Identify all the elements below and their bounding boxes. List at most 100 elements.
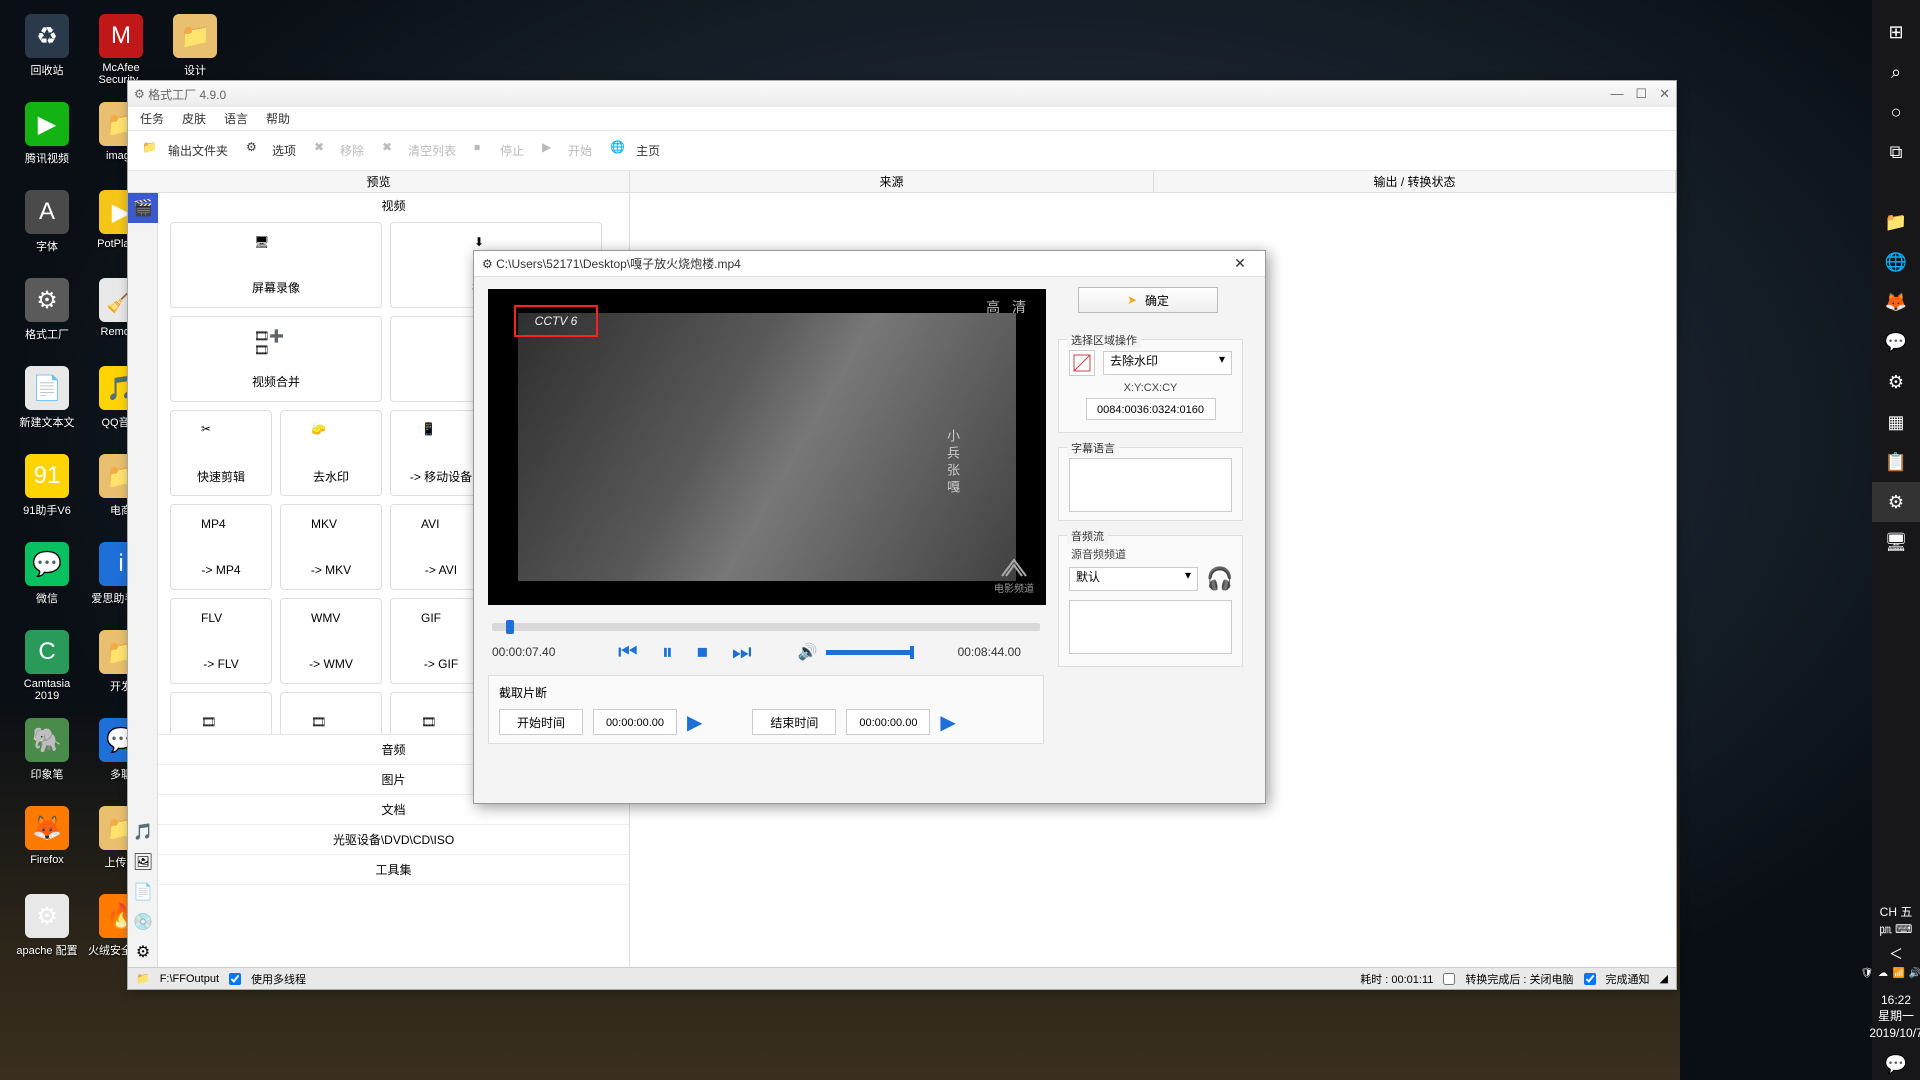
cat-image-icon[interactable]: 🖼 — [128, 847, 158, 877]
volume-slider[interactable] — [826, 650, 912, 655]
desktop-icon[interactable]: A字体 — [10, 184, 84, 272]
category-row[interactable]: 光驱设备\DVD\CD\ISO — [158, 825, 629, 855]
tray-expand-icon[interactable]: ＜ — [1872, 944, 1920, 964]
video-preview[interactable]: 高 清 小兵张嘎 电影频道 CCTV 6 — [488, 289, 1046, 605]
desktop-icon[interactable]: ⚙格式工厂 — [10, 272, 84, 360]
audio-select[interactable]: 默认 ▾ — [1069, 567, 1198, 591]
start-button[interactable]: ⊞ — [1872, 12, 1920, 52]
region-mode-icon[interactable] — [1069, 350, 1095, 376]
chrome-icon[interactable]: 🌐 — [1872, 242, 1920, 282]
audio-group: 音频流 源音频频道 默认 ▾ 🎧 — [1058, 535, 1243, 667]
coord-value[interactable]: 0084:0036:0324:0160 — [1086, 398, 1216, 420]
wechat-taskbar-icon[interactable]: 💬 — [1872, 322, 1920, 362]
format-tile[interactable]: FLV-> FLV — [170, 598, 272, 684]
output-path[interactable]: F:\FFOutput — [160, 973, 219, 985]
desktop-icon[interactable]: 🦊Firefox — [10, 800, 84, 888]
format-tile[interactable]: 🎞 — [280, 692, 382, 734]
volume-icon[interactable]: 🔊 — [798, 642, 818, 662]
toolbar-button[interactable]: ⚙选项 — [240, 136, 302, 166]
clock[interactable]: 16:22 星期一 2019/10/7 — [1867, 986, 1920, 1048]
app-icon-2[interactable]: 📋 — [1872, 442, 1920, 482]
close-button[interactable]: ✕ — [1659, 86, 1670, 102]
format-tile[interactable]: MKV-> MKV — [280, 504, 382, 590]
stop-button[interactable]: ⏹ — [697, 639, 708, 665]
format-tile[interactable]: WMV-> WMV — [280, 598, 382, 684]
cat-audio-icon[interactable]: 🎵 — [128, 817, 158, 847]
menu-item[interactable]: 帮助 — [266, 110, 290, 127]
play-start-button[interactable]: ▶ — [687, 710, 702, 735]
col-source[interactable]: 来源 — [630, 171, 1154, 192]
minimize-button[interactable]: — — [1610, 86, 1623, 102]
format-tile[interactable]: 🎞 — [170, 692, 272, 734]
dialog-titlebar[interactable]: ⚙ C:\Users\52171\Desktop\嘎子放火烧炮楼.mp4 ✕ — [474, 251, 1265, 277]
app-icon-3[interactable]: 🖥 — [1872, 522, 1920, 562]
action-center-icon[interactable]: 💬 — [1872, 1048, 1920, 1080]
desktop-icon[interactable]: 📄新建文本文 — [10, 360, 84, 448]
seek-handle[interactable] — [506, 620, 514, 634]
ok-button[interactable]: ➤ 确定 — [1078, 287, 1218, 313]
menu-item[interactable]: 皮肤 — [182, 110, 206, 127]
multithread-label: 使用多线程 — [251, 971, 306, 987]
firefox-taskbar-icon[interactable]: 🦊 — [1872, 282, 1920, 322]
status-resize-icon[interactable]: ◢ — [1660, 972, 1668, 985]
cortana-icon[interactable]: ○ — [1872, 92, 1920, 132]
desktop-icon[interactable]: 9191助手V6 — [10, 448, 84, 536]
cat-doc-icon[interactable]: 📄 — [128, 877, 158, 907]
tile-screen-record[interactable]: 🖥屏幕录像 — [170, 222, 382, 308]
tray-icon[interactable]: 🔊 — [1908, 968, 1920, 982]
prev-button[interactable]: ⏮ — [618, 639, 638, 665]
cat-tools-icon[interactable]: ⚙ — [128, 937, 158, 967]
desktop-icon[interactable]: ⚙apache 配置 — [10, 888, 84, 976]
format-factory-taskbar-icon[interactable]: ⚙ — [1872, 482, 1920, 522]
subtitle-list[interactable] — [1069, 458, 1232, 512]
dialog-close-button[interactable]: ✕ — [1223, 255, 1257, 272]
search-icon[interactable]: ⌕ — [1872, 52, 1920, 92]
taskview-icon[interactable]: ⧉ — [1872, 132, 1920, 172]
shutdown-checkbox[interactable] — [1443, 973, 1455, 985]
format-tile[interactable]: ✂快速剪辑 — [170, 410, 272, 496]
desktop-icon[interactable]: 🐘印象笔 — [10, 712, 84, 800]
explorer-icon[interactable]: 📁 — [1872, 202, 1920, 242]
desktop-icon[interactable]: ▶腾讯视频 — [10, 96, 84, 184]
menu-item[interactable]: 语言 — [224, 110, 248, 127]
window-titlebar[interactable]: ⚙ 格式工厂 4.9.0 — ☐ ✕ — [128, 81, 1676, 107]
region-mode-select[interactable]: 去除水印 ▾ — [1103, 351, 1232, 375]
play-end-button[interactable]: ▶ — [940, 710, 955, 735]
notify-checkbox[interactable] — [1584, 973, 1596, 985]
folder-icon[interactable]: 📁 — [136, 972, 150, 985]
pause-button[interactable]: ⏸ — [662, 639, 673, 665]
format-tile[interactable]: 🧽去水印 — [280, 410, 382, 496]
col-preview[interactable]: 预览 — [128, 171, 630, 192]
tray-icon[interactable]: 🛡 — [1860, 968, 1874, 982]
app-icon-1[interactable]: ▦ — [1872, 402, 1920, 442]
toolbar-button[interactable]: 📁输出文件夹 — [136, 136, 234, 166]
desktop-icon[interactable]: 💬微信 — [10, 536, 84, 624]
end-time-value[interactable]: 00:00:00.00 — [846, 709, 930, 735]
cat-disc-icon[interactable]: 💿 — [128, 907, 158, 937]
col-output[interactable]: 输出 / 转换状态 — [1154, 171, 1676, 192]
multithread-checkbox[interactable] — [229, 973, 241, 985]
category-row[interactable]: 工具集 — [158, 855, 629, 885]
desktop-icon[interactable]: ♻回收站 — [10, 8, 84, 96]
headphone-icon[interactable]: 🎧 — [1206, 566, 1232, 592]
ime-indicator[interactable]: CH 五 ㏘ ⌨ — [1872, 898, 1920, 944]
watermark-selection[interactable]: CCTV 6 — [514, 305, 598, 337]
toolbar-button[interactable]: 🌐主页 — [604, 136, 666, 166]
tile-video-join[interactable]: 🎞➕🎞视频合并 — [170, 316, 382, 402]
seek-bar[interactable] — [492, 623, 1040, 631]
cat-video-icon[interactable]: 🎬 — [128, 193, 158, 223]
next-button[interactable]: ⏭ — [732, 639, 752, 665]
end-time-button[interactable]: 结束时间 — [752, 709, 836, 735]
settings-icon[interactable]: ⚙ — [1872, 362, 1920, 402]
desktop-icon[interactable]: CCamtasia 2019 — [10, 624, 84, 712]
menu-item[interactable]: 任务 — [140, 110, 164, 127]
start-time-button[interactable]: 开始时间 — [499, 709, 583, 735]
tray-icon[interactable]: 📶 — [1892, 968, 1906, 982]
tray-icon[interactable]: ☁ — [1876, 968, 1890, 982]
start-time-value[interactable]: 00:00:00.00 — [593, 709, 677, 735]
format-tile[interactable]: MP4-> MP4 — [170, 504, 272, 590]
subtitle-title: 字幕语言 — [1067, 440, 1119, 456]
maximize-button[interactable]: ☐ — [1635, 86, 1647, 102]
audio-list[interactable] — [1069, 600, 1232, 654]
system-tray[interactable]: 🛡☁ 📶🔊 — [1854, 964, 1920, 986]
